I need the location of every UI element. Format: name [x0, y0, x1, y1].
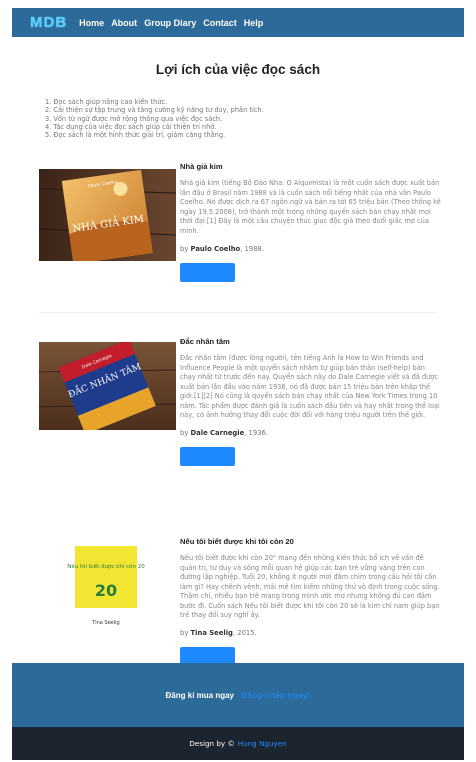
benefit-item: 3. Vốn từ ngữ được mở rộng thông qua việ…	[45, 114, 223, 123]
book-year: , 1936.	[244, 429, 269, 438]
book-card-dac-nhan-tam: ĐẮC NHÂN TÂM Dale Carnegie Đắc nhân tâm …	[12, 337, 464, 542]
book-year: , 1988.	[240, 244, 264, 253]
book-description: Đắc nhân tâm (được lòng người), tên tiến…	[180, 354, 440, 419]
book-title: Nếu tôi biết được khi tôi còn 20	[180, 537, 294, 547]
author-prefix: by	[180, 244, 189, 253]
benefit-item: 5. Đọc sách là một hình thức giải trí, g…	[45, 131, 226, 140]
page-frame: MDB Home About Group Diary Contact Help …	[12, 8, 464, 760]
buy-button[interactable]	[180, 447, 235, 467]
nav-link-help[interactable]: Help	[244, 18, 264, 28]
login-link[interactable]: Đăng nhập ngay!	[241, 691, 310, 700]
book-author-line: by Dale Carnegie, 1936.	[180, 429, 442, 437]
book-title: Đắc nhân tâm	[180, 337, 230, 347]
designer-link[interactable]: Hung Nguyen	[238, 739, 287, 748]
nav-link-about[interactable]: About	[111, 18, 137, 28]
book-title: Nhà giả kim	[180, 162, 223, 172]
book-author-line: by Tina Seelig, 2015.	[180, 629, 442, 637]
logo[interactable]: MDB	[30, 14, 67, 31]
book-card-nha-gia-kim: NHÀ GIẢ KIM Paulo Coelho Nhà giả kim Nhà…	[12, 162, 464, 339]
author-prefix: by	[180, 629, 189, 638]
book-content: Nhà giả kim Nhà giả kim (tiếng Bồ Đào Nh…	[180, 162, 442, 282]
book-author-line: by Paulo Coelho, 1988.	[180, 245, 442, 253]
svg-text:20: 20	[95, 581, 117, 600]
book-description: Nếu tôi biết được khi còn 20" mang đến n…	[180, 554, 440, 619]
design-by-text: Design by ©	[189, 739, 235, 748]
book-content: Đắc nhân tâm Đắc nhân tâm (được lòng ngư…	[180, 337, 442, 467]
footer-cta: Đăng kí mua ngay Đăng nhập ngay!	[12, 663, 464, 727]
cta-text: Đăng kí mua ngay	[165, 690, 234, 700]
benefits-list: 1. Đọc sách giúp nâng cao kiến thức. 2. …	[45, 98, 464, 139]
book-cover-image: ĐẮC NHÂN TÂM Dale Carnegie	[39, 342, 176, 431]
book-description: Nhà giả kim (tiếng Bồ Đào Nha: O Alquimi…	[180, 179, 441, 235]
book-year: , 2015.	[232, 629, 257, 638]
cover-author-text: Tina Seelig	[91, 620, 119, 626]
cover-title-text: Nếu tôi biết được khi còn 20	[67, 563, 145, 570]
buy-button[interactable]	[180, 262, 235, 282]
nav-link-contact[interactable]: Contact	[203, 18, 237, 28]
book-cover-image: Nếu tôi biết được khi còn 20 20 Tina See…	[39, 542, 176, 635]
benefit-item: 4. Tác dụng của việc đọc sách giúp cải t…	[45, 122, 217, 131]
divider	[39, 312, 437, 313]
benefit-item: 2. Cải thiện sự tập trung và tăng cường …	[45, 106, 264, 115]
book-author: Tina Seelig	[190, 629, 233, 638]
page-title: Lợi ích của việc đọc sách	[155, 62, 321, 77]
nav-link-home[interactable]: Home	[79, 18, 104, 28]
author-prefix: by	[180, 429, 189, 438]
footer-bottom: Design by © Hung Nguyen	[12, 727, 464, 760]
nav-link-group-diary[interactable]: Group Diary	[144, 18, 196, 28]
book-content: Nếu tôi biết được khi tôi còn 20 Nếu tôi…	[180, 537, 442, 667]
book-author: Paulo Coelho	[190, 244, 241, 253]
book-author: Dale Carnegie	[190, 429, 245, 438]
navbar: MDB Home About Group Diary Contact Help	[12, 8, 464, 37]
book-cover-image: NHÀ GIẢ KIM Paulo Coelho	[39, 169, 176, 262]
benefit-item: 1. Đọc sách giúp nâng cao kiến thức.	[45, 98, 168, 106]
